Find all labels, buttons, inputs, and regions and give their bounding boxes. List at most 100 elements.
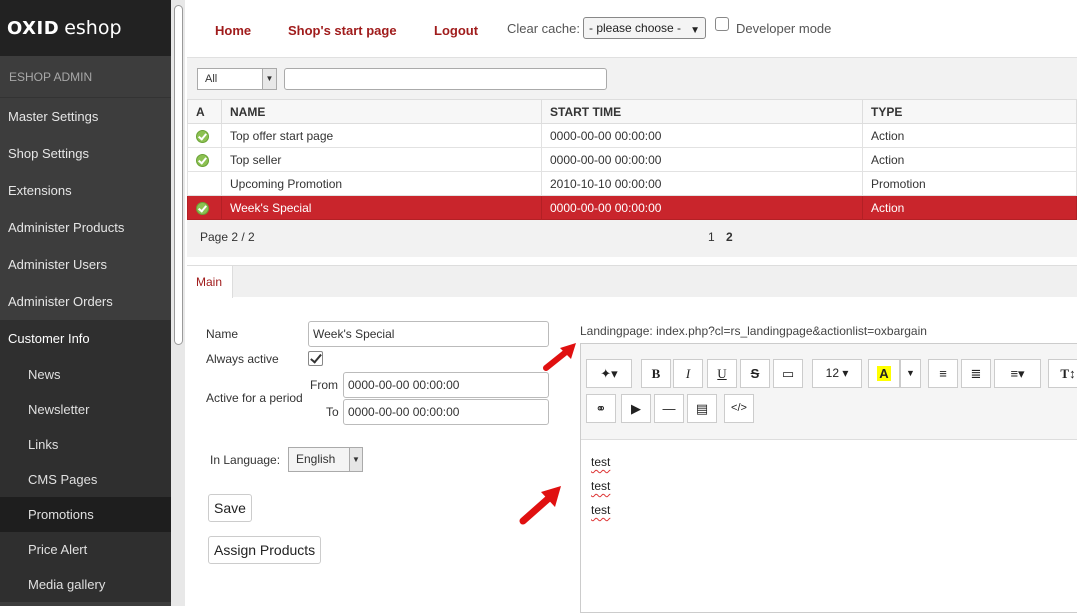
start-cell[interactable]: 2010-10-10 00:00:00 [541,171,863,196]
landingpage-url: Landingpage: index.php?cl=rs_landingpage… [580,324,927,338]
chevron-down-icon[interactable]: ▼ [900,359,921,388]
home-link[interactable]: Home [215,23,251,38]
name-cell[interactable]: Upcoming Promotion [221,171,542,196]
bullet-list-icon[interactable]: ≡ [928,359,958,388]
sidebar-subitem-media-gallery[interactable]: Media gallery [0,567,171,602]
strikethrough-icon[interactable]: S [740,359,770,388]
image-icon[interactable]: ▤ [687,394,717,423]
sidebar: OXID eshop ESHOP ADMIN Master Settings S… [0,0,171,606]
type-cell[interactable]: Action [862,123,1077,148]
check-circle-icon [196,153,209,167]
language-value: English [296,452,336,466]
filter-select[interactable]: All ▼ [197,68,277,90]
period-label: Active for a period [206,391,303,405]
table-row[interactable]: Upcoming Promotion 2010-10-10 00:00:00 P… [187,171,1077,196]
active-cell [187,195,222,220]
sidebar-scrollbar[interactable] [174,5,183,345]
bold-icon[interactable]: B [641,359,671,388]
horizontal-rule-icon[interactable]: — [654,394,684,423]
column-name-header[interactable]: NAME [221,99,542,124]
search-input[interactable] [284,68,607,90]
font-size-select[interactable]: 12 ▾ [812,359,862,388]
pagination: 1 2 [708,230,741,244]
promotions-table: A NAME START TIME TYPE Top offer start p… [187,99,1077,220]
save-button[interactable]: Save [208,494,252,522]
name-label: Name [206,327,239,341]
from-date-field[interactable]: 0000-00-00 00:00:00 [343,372,549,398]
sidebar-item-shop-settings[interactable]: Shop Settings [0,135,171,172]
highlight-color-icon[interactable]: A [868,359,900,388]
check-circle-icon [196,201,209,215]
admin-label: ESHOP ADMIN [0,56,171,98]
editor-content[interactable]: test test test [591,450,610,522]
filter-value: All [205,73,218,85]
italic-icon[interactable]: I [673,359,703,388]
table-row[interactable]: Top seller 0000-00-00 00:00:00 Action [187,147,1077,172]
code-view-icon[interactable]: </> [724,394,754,423]
table-row-selected[interactable]: Week's Special 0000-00-00 00:00:00 Actio… [187,195,1077,220]
name-cell[interactable]: Top seller [221,147,542,172]
numbered-list-icon[interactable]: ≣ [961,359,991,388]
name-cell[interactable]: Week's Special [221,195,542,220]
clear-cache-value: - please choose - [589,21,682,35]
sidebar-item-administer-products[interactable]: Administer Products [0,209,171,246]
from-label: From [310,378,338,392]
page-link-current[interactable]: 2 [726,230,733,244]
start-cell[interactable]: 0000-00-00 00:00:00 [541,123,863,148]
align-icon[interactable]: ≡▾ [994,359,1041,388]
sidebar-item-administer-orders[interactable]: Administer Orders [0,283,171,320]
assign-products-button[interactable]: Assign Products [208,536,322,564]
tab-main[interactable]: Main [187,266,233,298]
clear-cache-label: Clear cache: [507,21,580,36]
to-label: To [326,405,339,419]
sidebar-subitem-price-alert[interactable]: Price Alert [0,532,171,567]
column-start-header[interactable]: START TIME [541,99,863,124]
check-circle-icon [196,129,209,143]
logout-link[interactable]: Logout [434,23,478,38]
column-type-header[interactable]: TYPE [862,99,1077,124]
type-cell[interactable]: Action [862,195,1077,220]
sidebar-item-customer-info[interactable]: Customer Info [0,320,171,357]
column-active-header[interactable]: A [187,99,222,124]
list-panel: All ▼ A NAME START TIME TYPE Top offer s… [187,57,1077,257]
magic-wand-icon[interactable]: ✦▾ [586,359,632,388]
active-cell [187,147,222,172]
active-cell [187,171,222,196]
sidebar-item-administer-users[interactable]: Administer Users [0,246,171,283]
rich-text-editor: ✦▾ B I U S ▭ 12 ▾ A ▼ ≡ ≣ ≡▾ T↕ ⚭ ▶ — ▤ … [580,343,1077,613]
developer-mode-checkbox[interactable] [715,17,729,31]
video-icon[interactable]: ▶ [621,394,651,423]
sidebar-item-master-settings[interactable]: Master Settings [0,98,171,135]
eraser-icon[interactable]: ▭ [773,359,803,388]
editor-line: test [591,503,611,517]
type-cell[interactable]: Action [862,147,1077,172]
logo-light: eshop [64,17,122,39]
type-cell[interactable]: Promotion [862,171,1077,196]
text-height-icon[interactable]: T↕ [1048,359,1077,388]
name-cell[interactable]: Top offer start page [221,123,542,148]
language-select[interactable]: English ▼ [288,447,363,472]
active-cell [187,123,222,148]
underline-icon[interactable]: U [707,359,737,388]
always-active-checkbox[interactable] [308,351,323,366]
name-field[interactable]: Week's Special [308,321,549,347]
sidebar-subitem-newsletter[interactable]: Newsletter [0,392,171,427]
start-cell[interactable]: 0000-00-00 00:00:00 [541,195,863,220]
always-active-label: Always active [206,352,279,366]
to-date-field[interactable]: 0000-00-00 00:00:00 [343,399,549,425]
logo-bold: OXID [7,17,60,39]
developer-mode-label: Developer mode [736,21,832,36]
sidebar-subitem-cms-pages[interactable]: CMS Pages [0,462,171,497]
logo[interactable]: OXID eshop [0,0,171,56]
link-icon[interactable]: ⚭ [586,394,616,423]
table-row[interactable]: Top offer start page 0000-00-00 00:00:00… [187,123,1077,148]
sidebar-item-extensions[interactable]: Extensions [0,172,171,209]
sidebar-subitem-promotions[interactable]: Promotions [0,497,171,532]
sidebar-subitem-links[interactable]: Links [0,427,171,462]
page-info: Page 2 / 2 [200,230,255,244]
page-link[interactable]: 1 [708,230,715,244]
start-page-link[interactable]: Shop's start page [288,23,397,38]
clear-cache-select[interactable]: - please choose - ▼ [583,17,706,39]
start-cell[interactable]: 0000-00-00 00:00:00 [541,147,863,172]
sidebar-subitem-news[interactable]: News [0,357,171,392]
